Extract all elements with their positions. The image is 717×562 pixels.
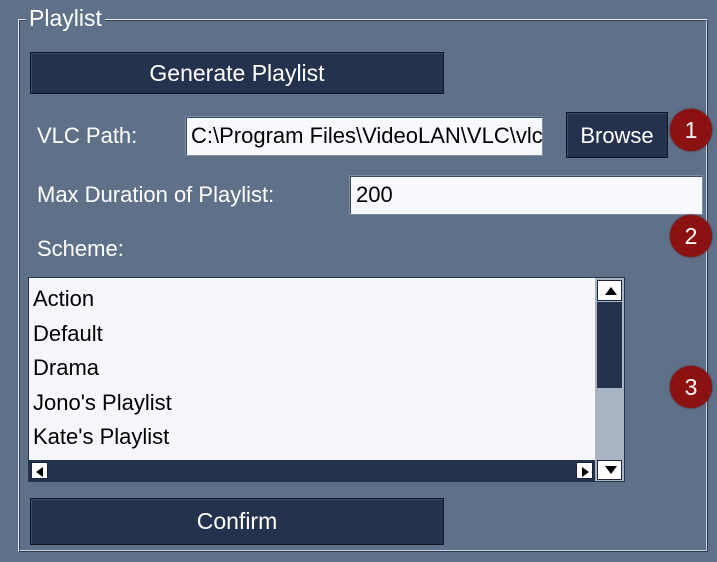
callout-3-marker: 3 bbox=[670, 366, 712, 408]
scheme-vertical-scrollbar[interactable] bbox=[595, 278, 624, 460]
scrollbar-corner bbox=[595, 460, 624, 481]
arrow-up-icon bbox=[605, 287, 617, 295]
arrow-right-icon bbox=[582, 467, 589, 477]
scheme-horizontal-scrollbar[interactable] bbox=[29, 460, 595, 481]
vlc-path-field[interactable]: C:\Program Files\VideoLAN\VLC\vlc.exe bbox=[185, 116, 543, 156]
generate-playlist-label: Generate Playlist bbox=[149, 60, 325, 86]
playlist-window: Playlist Generate Playlist VLC Path: C:\… bbox=[0, 0, 717, 562]
scheme-list-items: Action Default Drama Jono's Playlist Kat… bbox=[33, 282, 593, 460]
scheme-list-item[interactable]: Action bbox=[33, 282, 593, 317]
scroll-right-button[interactable] bbox=[576, 462, 593, 479]
scroll-left-button[interactable] bbox=[31, 462, 48, 479]
confirm-label: Confirm bbox=[196, 508, 278, 534]
scheme-list-item[interactable]: Default bbox=[33, 317, 593, 352]
scroll-up-button[interactable] bbox=[597, 280, 622, 301]
scroll-down-button[interactable] bbox=[597, 460, 622, 480]
vlc-path-label: VLC Path: bbox=[37, 123, 138, 148]
vertical-scroll-thumb[interactable] bbox=[597, 302, 622, 388]
scheme-list-item[interactable]: Jono's Playlist bbox=[33, 386, 593, 421]
arrow-left-icon bbox=[36, 467, 43, 477]
browse-button[interactable]: Browse bbox=[566, 112, 668, 158]
playlist-groupbox-legend: Playlist bbox=[26, 3, 105, 33]
scheme-label: Scheme: bbox=[37, 236, 124, 261]
confirm-button[interactable]: Confirm bbox=[30, 498, 444, 545]
scheme-list-item[interactable]: Drama bbox=[33, 351, 593, 386]
browse-label: Browse bbox=[580, 123, 654, 148]
callout-1-marker: 1 bbox=[670, 109, 712, 151]
scheme-listbox[interactable]: Action Default Drama Jono's Playlist Kat… bbox=[28, 277, 625, 482]
max-duration-label: Max Duration of Playlist: bbox=[37, 182, 275, 207]
arrow-down-icon bbox=[605, 466, 617, 474]
max-duration-field[interactable]: 200 bbox=[349, 175, 703, 215]
callout-2-marker: 2 bbox=[670, 215, 712, 257]
generate-playlist-button[interactable]: Generate Playlist bbox=[30, 52, 444, 94]
scheme-list-item[interactable]: Kate's Playlist bbox=[33, 420, 593, 455]
